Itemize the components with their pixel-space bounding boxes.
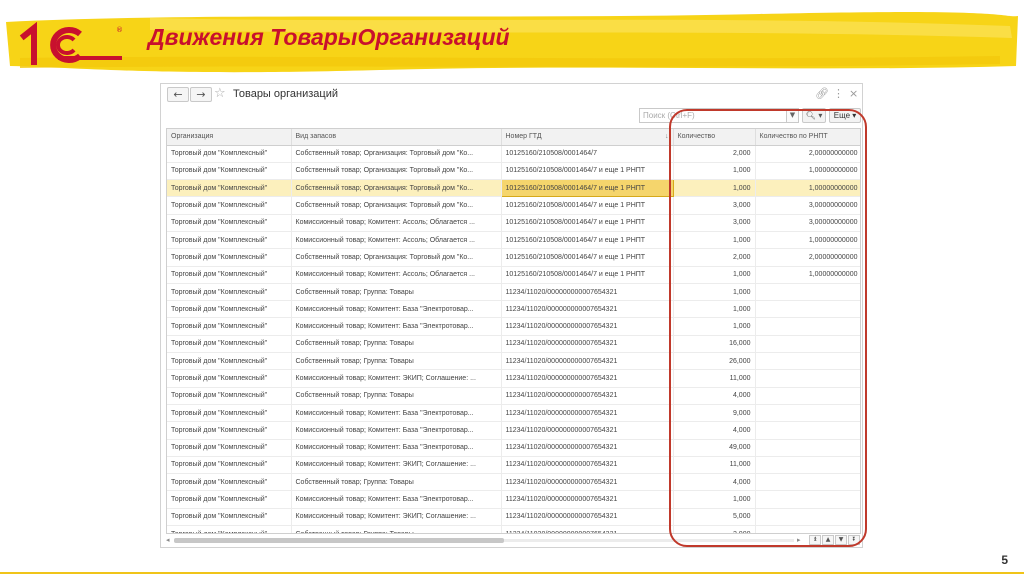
cell-organization[interactable]: Торговый дом "Комплексный" (167, 214, 292, 232)
window-title: Товары организаций (233, 88, 338, 100)
cell-stock-type[interactable]: Комиссионный товар; Комитент: База "Элек… (291, 439, 502, 457)
cell-gtd-number[interactable]: 11234/11020/000000000007654321 (501, 508, 674, 527)
cell-organization[interactable]: Торговый дом "Комплексный" (167, 490, 292, 509)
cell-stock-type[interactable]: Собственный товар; Организация: Торговый… (291, 179, 502, 198)
cell-stock-type[interactable]: Собственный товар; Группа: Товары (291, 525, 502, 533)
cell-stock-type[interactable]: Собственный товар; Группа: Товары (291, 283, 502, 302)
cell-stock-type[interactable]: Комиссионный товар; Комитент: ЭКИП; Согл… (291, 456, 502, 475)
cell-stock-type[interactable]: Комиссионный товар; Комитент: Ассоль; Об… (291, 266, 502, 284)
cell-organization[interactable]: Торговый дом "Комплексный" (167, 162, 292, 181)
cell-organization[interactable]: Торговый дом "Комплексный" (167, 266, 292, 284)
window-header: ← → ☆ Товары организаций 🔗︎ ⋮ × (161, 84, 862, 106)
scrollbar-thumb[interactable] (174, 538, 504, 543)
cell-organization[interactable]: Торговый дом "Комплексный" (167, 369, 292, 388)
cell-stock-type[interactable]: Комиссионный товар; Комитент: База "Элек… (291, 300, 502, 319)
cell-organization[interactable]: Торговый дом "Комплексный" (167, 421, 292, 440)
favorite-star-icon[interactable]: ☆ (214, 86, 226, 101)
cell-stock-type[interactable]: Собственный товар; Организация: Торговый… (291, 248, 502, 267)
cell-gtd-number[interactable]: 11234/11020/000000000007654321 (501, 473, 674, 492)
cell-gtd-number[interactable]: 11234/11020/000000000007654321 (501, 439, 674, 457)
cell-organization[interactable]: Торговый дом "Комплексный" (167, 473, 292, 492)
cell-stock-type[interactable]: Комиссионный товар; Комитент: Ассоль; Об… (291, 231, 502, 250)
cell-stock-type[interactable]: Собственный товар; Группа: Товары (291, 387, 502, 405)
cell-organization[interactable]: Торговый дом "Комплексный" (167, 404, 292, 423)
cell-gtd-number[interactable]: 11234/11020/000000000007654321 (501, 456, 674, 475)
cell-organization[interactable]: Торговый дом "Комплексный" (167, 335, 292, 354)
close-icon[interactable]: × (849, 87, 858, 100)
forward-button[interactable]: → (190, 87, 212, 102)
cell-stock-type[interactable]: Собственный товар; Организация: Торговый… (291, 145, 502, 163)
cell-gtd-number[interactable]: 10125160/210508/0001464/7 и еще 1 РНПТ (501, 266, 674, 284)
column-header-gtd-label: Номер ГТД (505, 133, 542, 141)
cell-gtd-number[interactable]: 11234/11020/000000000007654321 (501, 283, 674, 302)
cell-organization[interactable]: Торговый дом "Комплексный" (167, 283, 292, 302)
cell-stock-type[interactable]: Комиссионный товар; Комитент: ЭКИП; Согл… (291, 369, 502, 388)
cell-gtd-number[interactable]: 10125160/210508/0001464/7 и еще 1 РНПТ (501, 248, 674, 267)
cell-organization[interactable]: Торговый дом "Комплексный" (167, 508, 292, 527)
cell-gtd-number[interactable]: 10125160/210508/0001464/7 и еще 1 РНПТ (501, 231, 674, 250)
cell-organization[interactable]: Торговый дом "Комплексный" (167, 317, 292, 336)
cell-gtd-number[interactable]: 11234/11020/000000000007654321 (501, 369, 674, 388)
cell-stock-type[interactable]: Комиссионный товар; Комитент: ЭКИП; Согл… (291, 508, 502, 527)
cell-stock-type[interactable]: Собственный товар; Организация: Торговый… (291, 162, 502, 181)
cell-gtd-number[interactable]: 10125160/210508/0001464/7 и еще 1 РНПТ (501, 162, 674, 181)
column-header-gtd-number[interactable]: Номер ГТД ↓ (501, 129, 674, 146)
page-number: 5 (1001, 553, 1008, 567)
cell-organization[interactable]: Торговый дом "Комплексный" (167, 179, 292, 198)
1c-logo: ® (19, 22, 123, 65)
cell-gtd-number[interactable]: 11234/11020/000000000007654321 (501, 421, 674, 440)
cell-organization[interactable]: Торговый дом "Комплексный" (167, 145, 292, 163)
cell-stock-type[interactable]: Собственный товар; Группа: Товары (291, 352, 502, 371)
cell-gtd-number[interactable]: 11234/11020/000000000007654321 (501, 525, 674, 533)
cell-gtd-number[interactable]: 11234/11020/000000000007654321 (501, 387, 674, 405)
sort-descending-icon: ↓ (665, 133, 669, 141)
cell-gtd-number[interactable]: 11234/11020/000000000007654321 (501, 490, 674, 509)
cell-stock-type[interactable]: Комиссионный товар; Комитент: База "Элек… (291, 404, 502, 423)
cell-organization[interactable]: Торговый дом "Комплексный" (167, 300, 292, 319)
cell-stock-type[interactable]: Собственный товар; Группа: Товары (291, 335, 502, 354)
more-vertical-icon[interactable]: ⋮ (833, 87, 844, 100)
cell-stock-type[interactable]: Комиссионный товар; Комитент: База "Элек… (291, 421, 502, 440)
cell-gtd-number[interactable]: 11234/11020/000000000007654321 (501, 317, 674, 336)
cell-organization[interactable]: Торговый дом "Комплексный" (167, 387, 292, 405)
cell-organization[interactable]: Торговый дом "Комплексный" (167, 352, 292, 371)
cell-stock-type[interactable]: Собственный товар; Группа: Товары (291, 473, 502, 492)
cell-gtd-number[interactable]: 10125160/210508/0001464/7 и еще 1 РНПТ (501, 196, 674, 215)
quantity-columns-highlight (669, 109, 867, 547)
slide-title: Движения ТоварыОрганизаций (148, 24, 510, 50)
link-icon[interactable]: 🔗︎ (815, 87, 829, 100)
cell-organization[interactable]: Торговый дом "Комплексный" (167, 525, 292, 533)
cell-stock-type[interactable]: Собственный товар; Организация: Торговый… (291, 196, 502, 215)
cell-gtd-number[interactable]: 10125160/210508/0001464/7 (501, 145, 674, 163)
cell-gtd-number[interactable]: 10125160/210508/0001464/7 и еще 1 РНПТ (501, 214, 674, 232)
column-header-organization[interactable]: Организация (167, 129, 292, 146)
cell-stock-type[interactable]: Комиссионный товар; Комитент: База "Элек… (291, 490, 502, 509)
cell-gtd-number[interactable]: 10125160/210508/0001464/7 и еще 1 РНПТ (500, 179, 674, 198)
cell-gtd-number[interactable]: 11234/11020/000000000007654321 (501, 300, 674, 319)
cell-gtd-number[interactable]: 11234/11020/000000000007654321 (501, 404, 674, 423)
arrow-right-icon: → (196, 88, 206, 101)
cell-organization[interactable]: Торговый дом "Комплексный" (167, 439, 292, 457)
scroll-left-icon[interactable]: ◂ (166, 536, 170, 544)
cell-gtd-number[interactable]: 11234/11020/000000000007654321 (501, 352, 674, 371)
cell-stock-type[interactable]: Комиссионный товар; Комитент: Ассоль; Об… (291, 214, 502, 232)
arrow-left-icon: ← (173, 88, 183, 101)
cell-organization[interactable]: Торговый дом "Комплексный" (167, 196, 292, 215)
cell-organization[interactable]: Торговый дом "Комплексный" (167, 248, 292, 267)
column-header-stock-type[interactable]: Вид запасов (291, 129, 502, 146)
back-button[interactable]: ← (167, 87, 189, 102)
cell-gtd-number[interactable]: 11234/11020/000000000007654321 (501, 335, 674, 354)
cell-stock-type[interactable]: Комиссионный товар; Комитент: База "Элек… (291, 317, 502, 336)
cell-organization[interactable]: Торговый дом "Комплексный" (167, 231, 292, 250)
svg-text:®: ® (116, 26, 123, 34)
cell-organization[interactable]: Торговый дом "Комплексный" (167, 456, 292, 475)
